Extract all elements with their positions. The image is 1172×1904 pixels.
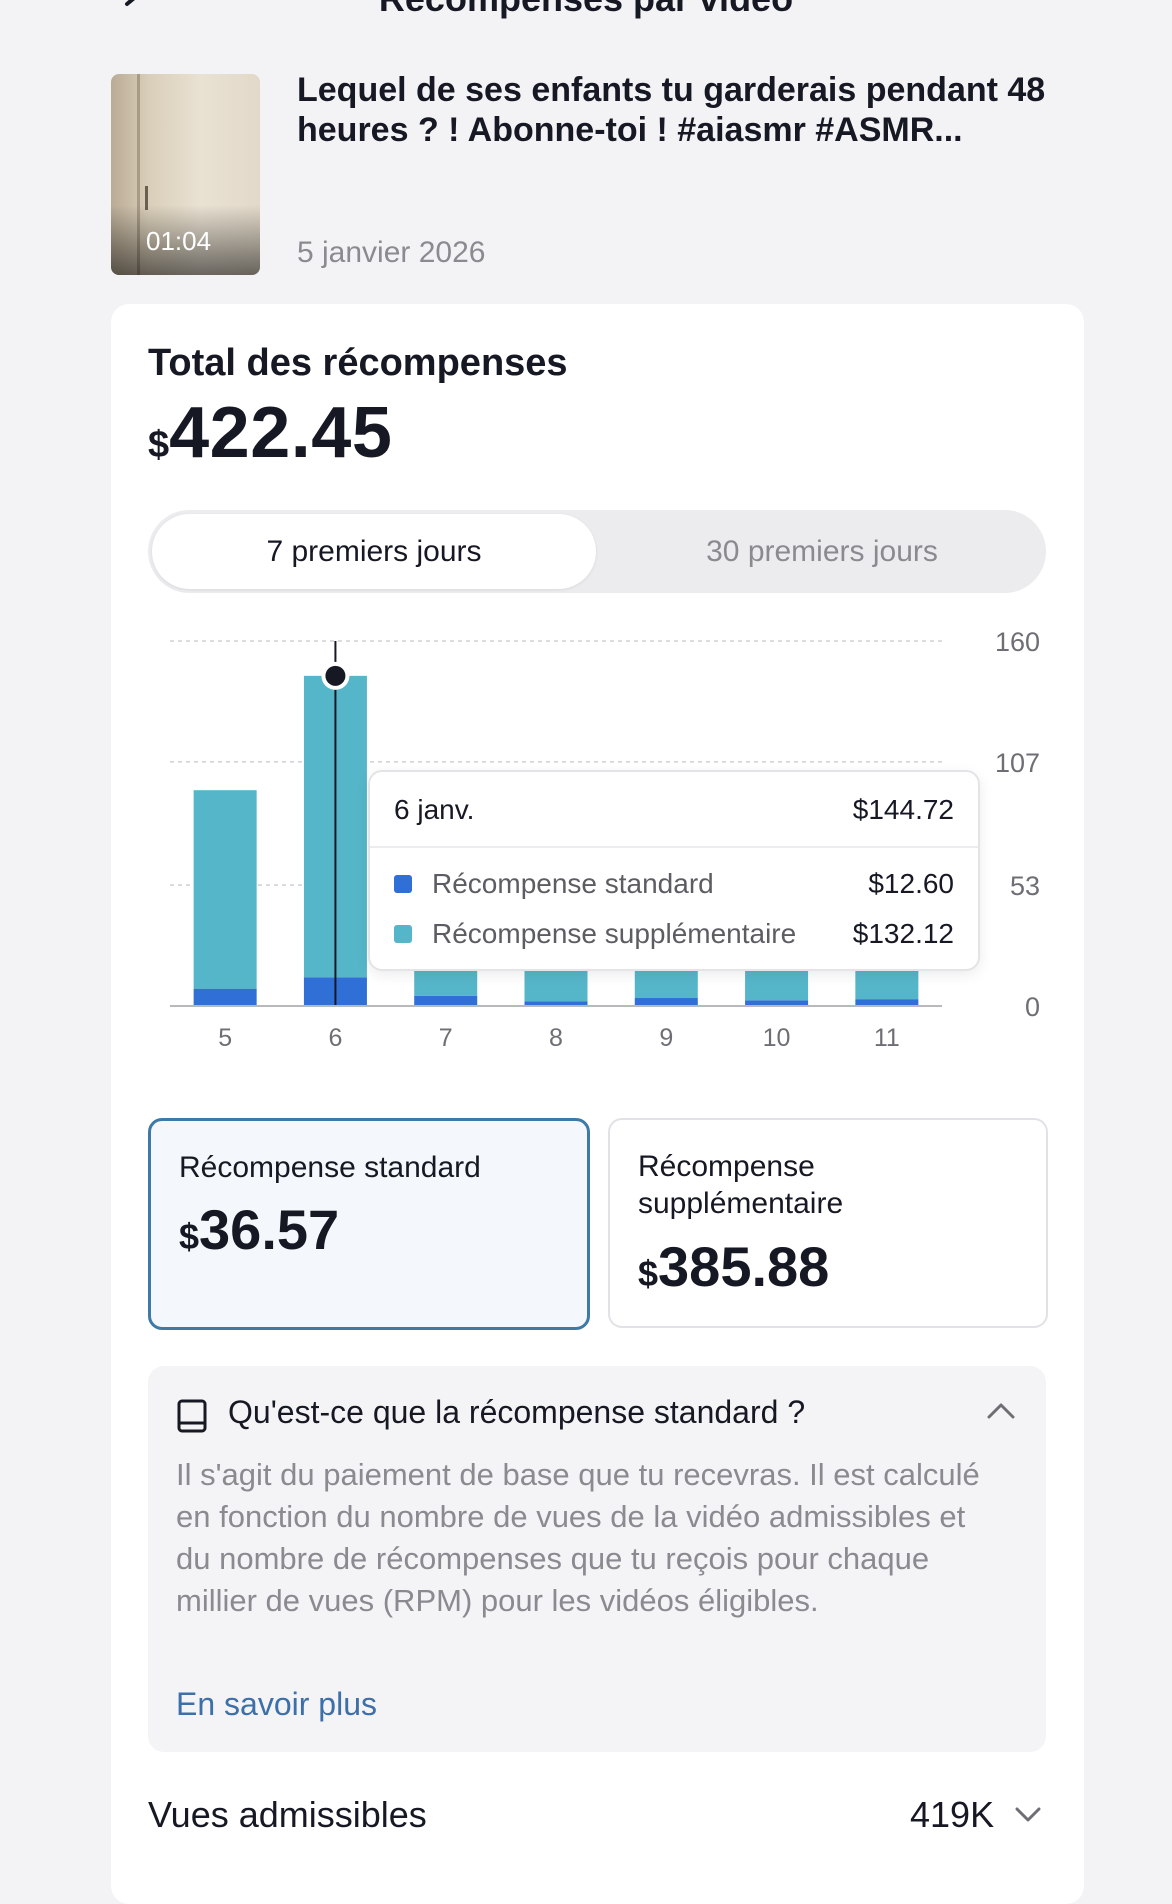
chevron-up-icon[interactable] (986, 1400, 1016, 1420)
y-tick-label: 107 (995, 748, 1040, 778)
bar-supplementary (193, 790, 257, 989)
book-icon (177, 1399, 207, 1433)
x-tick-label: 8 (549, 1024, 563, 1052)
eligible-views-value[interactable]: 419K (910, 1794, 994, 1836)
supplementary-reward-card[interactable]: Récompense supplémentaire $385.88 (608, 1118, 1048, 1328)
eligible-views-label: Vues admissibles (148, 1794, 427, 1835)
standard-reward-label: Récompense standard (179, 1151, 481, 1184)
tooltip-row-label: Récompense standard (432, 868, 714, 899)
y-tick-label: 160 (995, 627, 1040, 657)
supplementary-legend-swatch (394, 924, 412, 943)
y-tick-label: 53 (1010, 871, 1040, 901)
x-tick-label: 9 (659, 1024, 673, 1052)
bar-standard (193, 988, 257, 1006)
hover-marker (325, 665, 346, 686)
bar-standard (855, 999, 919, 1006)
info-title[interactable]: Qu'est-ce que la récompense standard ? (228, 1394, 805, 1431)
supplementary-label-line1: Récompense (638, 1150, 815, 1183)
supplementary-label-line2: supplémentaire (638, 1187, 844, 1220)
bar-standard (414, 995, 478, 1006)
currency-symbol: $ (638, 1253, 659, 1294)
tooltip-total: $144.72 (852, 794, 954, 825)
info-body: Il s'agit du paiement de base que tu rec… (176, 1457, 980, 1618)
bar-supplementary (855, 969, 919, 1000)
chevron-down-icon[interactable] (1014, 1806, 1042, 1824)
chart-tooltip: 6 janv. $144.72 Récompense standard $12.… (368, 770, 980, 971)
supplementary-reward-value: 385.88 (658, 1235, 830, 1298)
tooltip-row-standard: Récompense standard $12.60 (394, 868, 954, 900)
supplementary-reward-label: Récompense supplémentaire (638, 1148, 843, 1222)
tooltip-row-value: $132.12 (852, 918, 954, 949)
x-tick-label: 11 (874, 1024, 900, 1052)
tooltip-row-value: $12.60 (868, 868, 954, 899)
standard-reward-info-panel: Qu'est-ce que la récompense standard ? I… (148, 1366, 1046, 1752)
tooltip-row-label: Récompense supplémentaire (432, 918, 797, 949)
bar-supplementary (634, 968, 698, 999)
standard-reward-amount: $36.57 (179, 1197, 339, 1262)
standard-reward-value: 36.57 (199, 1198, 340, 1261)
x-tick-label: 5 (218, 1024, 232, 1052)
bar-supplementary (414, 968, 478, 996)
x-tick-label: 6 (328, 1024, 342, 1052)
y-tick-label: 0 (1025, 992, 1040, 1022)
x-tick-label: 10 (763, 1024, 791, 1052)
standard-reward-card[interactable]: Récompense standard $36.57 (148, 1118, 590, 1330)
supplementary-reward-amount: $385.88 (638, 1234, 829, 1299)
bar-supplementary (524, 969, 588, 1002)
learn-more-link[interactable]: En savoir plus (176, 1686, 377, 1723)
tooltip-row-supplementary: Récompense supplémentaire $132.12 (394, 918, 954, 950)
bar-supplementary (745, 968, 809, 1001)
bar-standard (634, 998, 698, 1006)
x-tick-label: 7 (439, 1024, 453, 1052)
tooltip-date: 6 janv. (394, 794, 475, 825)
currency-symbol: $ (179, 1216, 200, 1257)
tooltip-divider (370, 846, 978, 848)
standard-legend-swatch (394, 874, 412, 893)
